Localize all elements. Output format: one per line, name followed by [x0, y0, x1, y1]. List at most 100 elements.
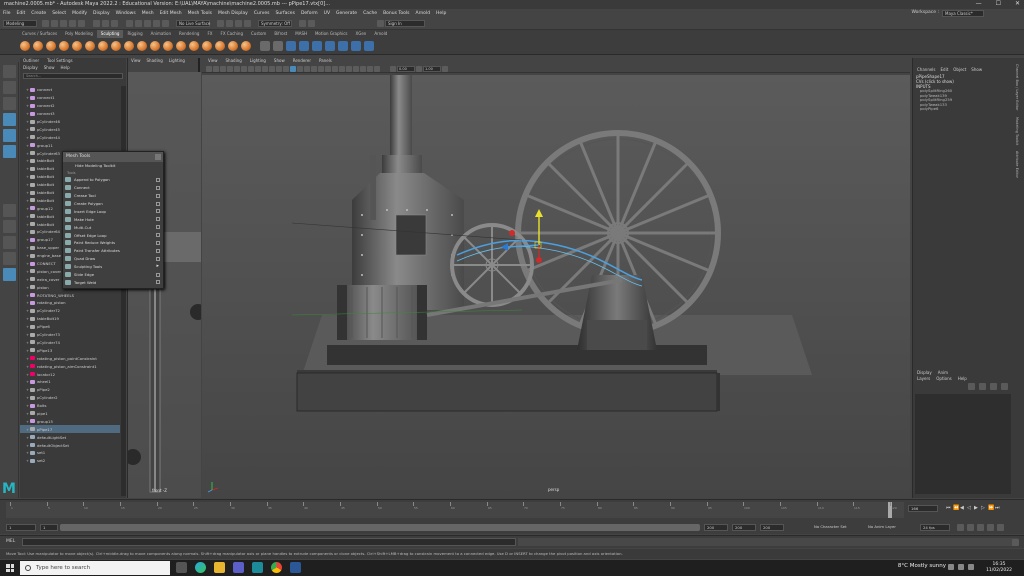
menu-help[interactable]: Help	[433, 11, 449, 16]
mesh-tool-append-to-polygon[interactable]: Append to Polygon	[63, 176, 163, 184]
current-frame-field[interactable]: 166	[908, 505, 938, 512]
knife-tool-icon[interactable]	[188, 41, 199, 51]
go-to-end-icon[interactable]: ⏭	[995, 505, 1000, 511]
mesh-tool-create-polygon[interactable]: Create Polygon	[63, 200, 163, 208]
option-box-icon[interactable]	[156, 233, 160, 238]
persp-panel-menu-panels[interactable]: Panels	[319, 58, 332, 65]
select-object-icon[interactable]	[102, 20, 109, 27]
task-view-icon[interactable]	[176, 562, 187, 573]
persp-panel-menu-lighting[interactable]: Lighting	[250, 58, 266, 65]
side-tab-channel-box-layer-editor[interactable]: Channel Box / Layer Editor	[1015, 64, 1019, 111]
freeze-tool-icon[interactable]	[240, 41, 251, 51]
option-box-icon[interactable]	[156, 201, 160, 206]
imprint-tool-icon[interactable]	[136, 41, 147, 51]
mesh-tool-crease-tool[interactable]: Crease Tool	[63, 192, 163, 200]
snap-grid-icon[interactable]	[126, 20, 133, 27]
live-surface-field[interactable]: No Live Surface	[176, 20, 210, 27]
motion-blur-icon[interactable]	[332, 65, 338, 72]
persp-viewport-canvas[interactable]: persp	[202, 75, 910, 498]
shelf-tab-fx-caching[interactable]: FX Caching	[217, 30, 247, 38]
xray-joints-icon[interactable]	[367, 65, 373, 72]
go-to-start-icon[interactable]: ⏮	[946, 505, 951, 511]
option-box-icon[interactable]	[156, 185, 160, 190]
outliner-item[interactable]: + pCylinder46	[20, 118, 120, 126]
shelf-tab-sculpting[interactable]: Sculpting	[96, 30, 124, 38]
minimize-button[interactable]: —	[976, 0, 982, 7]
open-scene-icon[interactable]	[51, 20, 58, 27]
modeling-toolkit-icon[interactable]	[308, 20, 315, 27]
range-start-field[interactable]: 1	[40, 524, 58, 531]
relax-tool-icon[interactable]	[45, 41, 56, 51]
step-back-frame-icon[interactable]: ◀	[960, 505, 965, 511]
xray-icon[interactable]	[360, 65, 366, 72]
sculpt-layer-icon[interactable]	[363, 41, 374, 51]
menu-generate[interactable]: Generate	[333, 11, 360, 16]
time-slider[interactable]: 1 5 10 15 20 25 30 35 40 45 50 55 60 65 70 75 80 85 90 95 10…	[0, 499, 1024, 521]
close-button[interactable]: ✕	[1015, 0, 1020, 7]
outliner-item[interactable]: + pCylinder2	[20, 394, 120, 402]
step-forward-frame-icon[interactable]: ▷	[981, 505, 986, 511]
shelf-tab-bifrost[interactable]: Bifrost	[270, 30, 291, 38]
snap-point-icon[interactable]	[144, 20, 151, 27]
option-box-icon[interactable]	[156, 209, 160, 214]
new-scene-icon[interactable]	[42, 20, 49, 27]
shelf-tab-animation[interactable]: Animation	[147, 30, 175, 38]
menu-display[interactable]: Display	[90, 11, 113, 16]
shelf-tab-rendering[interactable]: Rendering	[175, 30, 203, 38]
snap-curve-icon[interactable]	[135, 20, 142, 27]
image-plane-icon[interactable]	[227, 65, 233, 72]
outliner-scrollbar[interactable]	[121, 86, 126, 496]
outliner-item[interactable]: + group15	[20, 417, 120, 425]
amplify-tool-icon[interactable]	[227, 41, 238, 51]
smooth-tool-icon[interactable]	[32, 41, 43, 51]
menu-uv[interactable]: UV	[321, 11, 333, 16]
menu-mesh-tools[interactable]: Mesh Tools	[185, 11, 215, 16]
shelf-tab-mash[interactable]: MASH	[291, 30, 311, 38]
field-chart-icon[interactable]	[262, 65, 268, 72]
outliner-search-input[interactable]: Search...	[23, 73, 123, 79]
step-forward-key-icon[interactable]: ⏩	[988, 505, 994, 511]
persp-outliner-icon[interactable]	[2, 268, 16, 281]
persp-panel-menu-view[interactable]: View	[208, 58, 218, 65]
spray-tool-icon[interactable]	[110, 41, 121, 51]
taskbar-search-input[interactable]: Type here to search	[20, 561, 170, 575]
anim-layer-dropdown[interactable]: No Anim Layer	[866, 524, 914, 531]
time-slider-track[interactable]: 1 5 10 15 20 25 30 35 40 45 50 55 60 65 70 75 80 85 90 95 10…	[6, 502, 904, 518]
sign-in-dropdown[interactable]: Sign In	[385, 20, 425, 27]
gate-mask-icon[interactable]	[255, 65, 261, 72]
depth-of-field-icon[interactable]	[346, 65, 352, 72]
outliner-tab-tool-settings[interactable]: Tool Settings	[47, 58, 72, 65]
shelf-tab-arnold[interactable]: Arnold	[370, 30, 391, 38]
foamy-tool-icon[interactable]	[97, 41, 108, 51]
option-box-icon[interactable]	[156, 280, 160, 285]
sound-icon[interactable]	[987, 524, 994, 531]
persp-panel-menu-renderer[interactable]: Renderer	[293, 58, 311, 65]
unfreeze-icon[interactable]	[350, 41, 361, 51]
input-node-polypipe6[interactable]: polyPipe6	[913, 107, 1012, 112]
end-frame-field[interactable]: 200	[732, 524, 756, 531]
option-box-icon[interactable]	[156, 256, 160, 261]
outliner-item[interactable]: + pPipe2	[20, 386, 120, 394]
start-button[interactable]	[6, 564, 14, 572]
channel-box-menu-channels[interactable]: Channels	[917, 67, 936, 74]
grab-tool-icon[interactable]	[58, 41, 69, 51]
wireframe-icon[interactable]	[283, 65, 289, 72]
clear-mask-icon[interactable]	[324, 41, 335, 51]
option-box-icon[interactable]	[156, 272, 160, 277]
camera-attributes-icon[interactable]	[213, 65, 219, 72]
tray-arrow-icon[interactable]	[948, 564, 954, 570]
new-layer-selected-icon[interactable]	[1001, 382, 1008, 390]
scale-tool-icon[interactable]	[2, 145, 16, 158]
four-view-icon[interactable]	[2, 220, 16, 233]
textured-icon[interactable]	[304, 65, 310, 72]
outliner-menu-display[interactable]: Display	[23, 65, 38, 72]
range-bar[interactable]	[60, 524, 700, 531]
layer-list[interactable]	[915, 394, 1011, 494]
outliner-item[interactable]: + ROTATING_WHEELS	[20, 291, 120, 299]
wireframe-on-shaded-icon[interactable]	[297, 65, 303, 72]
layer-menu-options[interactable]: Options	[936, 376, 951, 382]
mesh-tool-slide-edge[interactable]: Slide Edge	[63, 271, 163, 279]
redo-icon[interactable]	[78, 20, 85, 27]
mesh-tools-header[interactable]: Mesh Tools	[63, 152, 163, 162]
menu-mesh[interactable]: Mesh	[139, 11, 157, 16]
